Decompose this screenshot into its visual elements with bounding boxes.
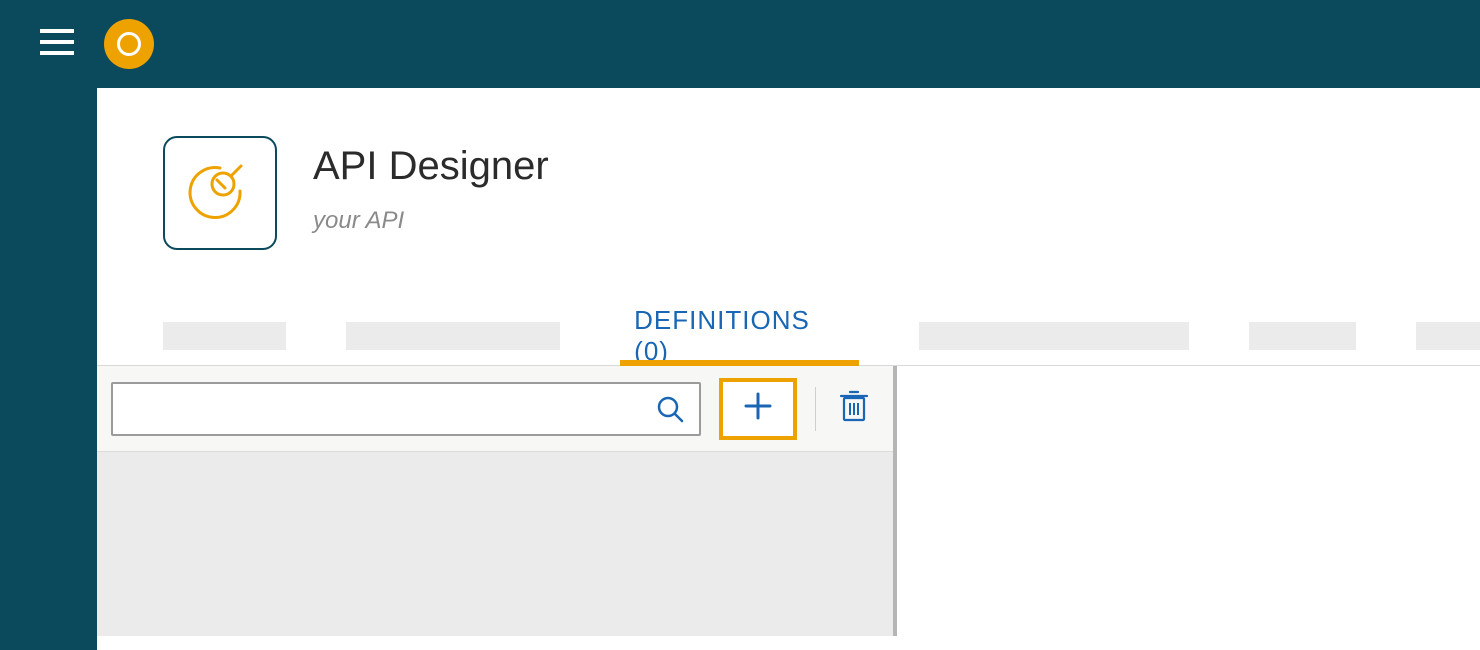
separator — [815, 387, 816, 431]
page-header: API Designer your API — [97, 88, 1480, 250]
tabstrip: DEFINITIONS (0) — [97, 306, 1480, 366]
plus-icon — [743, 391, 773, 426]
left-pane — [97, 366, 897, 636]
tab-placeholder[interactable] — [346, 322, 560, 350]
shell-bar — [0, 0, 1480, 88]
page-subtitle: your API — [313, 207, 549, 235]
content-shell: API Designer your API DEFINITIONS (0) — [97, 88, 1480, 650]
definition-list — [97, 452, 893, 636]
tab-placeholder[interactable] — [1249, 322, 1357, 350]
toolbar — [97, 366, 893, 452]
search-icon[interactable] — [655, 394, 685, 424]
avatar[interactable] — [104, 19, 154, 69]
page-title: API Designer — [313, 144, 549, 189]
tab-placeholder[interactable] — [919, 322, 1189, 350]
title-block: API Designer your API — [313, 136, 549, 235]
search-input[interactable] — [127, 397, 655, 420]
hamburger-icon[interactable] — [40, 29, 74, 60]
search-field[interactable] — [111, 382, 701, 436]
tab-placeholder[interactable] — [163, 322, 286, 350]
detail-pane — [897, 366, 1480, 636]
add-button[interactable] — [719, 378, 797, 440]
trash-icon — [839, 390, 869, 427]
tab-placeholder[interactable] — [1416, 322, 1480, 350]
tab-label: DEFINITIONS (0) — [634, 305, 845, 367]
avatar-icon — [117, 32, 141, 56]
sub-area — [97, 366, 1480, 636]
app-icon-box — [163, 136, 277, 250]
delete-button[interactable] — [834, 389, 874, 429]
plug-icon — [185, 156, 255, 231]
tab-definitions[interactable]: DEFINITIONS (0) — [620, 306, 859, 365]
